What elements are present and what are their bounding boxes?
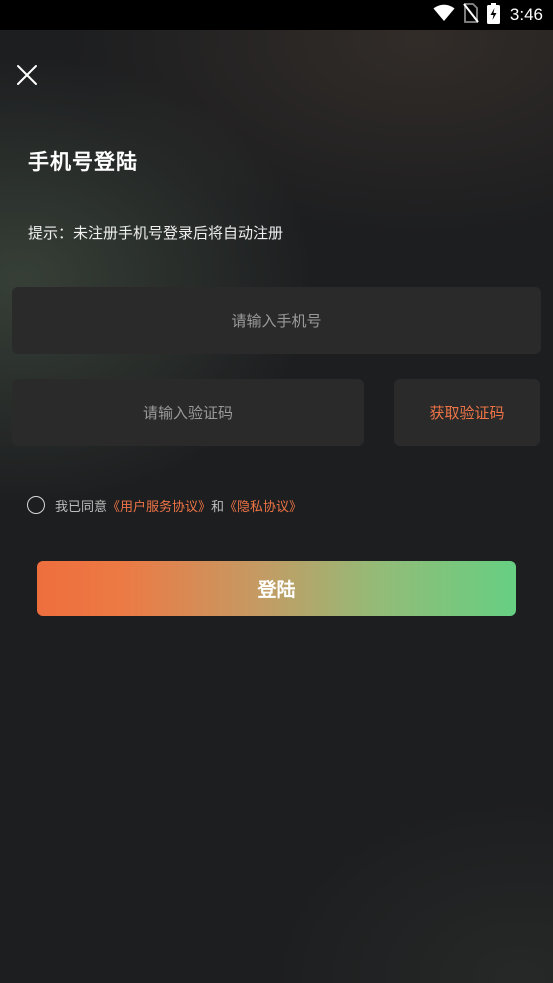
- phone-input-placeholder: 请输入手机号: [231, 312, 322, 330]
- agreement-radio[interactable]: [27, 496, 45, 514]
- login-button[interactable]: 登陆: [37, 561, 516, 616]
- page-title: 手机号登陆: [28, 150, 138, 174]
- status-icons: 3:46: [433, 2, 543, 28]
- status-bar: 3:46: [0, 0, 553, 30]
- registration-hint: 提示：未注册手机号登录后将自动注册: [28, 224, 284, 242]
- agreement-row: 我已同意 《用户服务协议》 和 《隐私协议》: [27, 495, 302, 515]
- status-time: 3:46: [509, 5, 543, 24]
- close-icon[interactable]: [14, 62, 40, 88]
- agreement-conjunction: 和: [211, 499, 225, 515]
- verification-code-input[interactable]: 请输入验证码: [12, 379, 364, 446]
- get-code-button[interactable]: 获取验证码: [394, 379, 540, 446]
- agreement-prefix: 我已同意: [55, 499, 108, 515]
- phone-input[interactable]: 请输入手机号: [12, 287, 541, 354]
- no-sim-icon: [463, 3, 479, 27]
- battery-charging-icon: [486, 2, 500, 28]
- privacy-policy-link[interactable]: 《隐私协议》: [224, 496, 302, 515]
- user-agreement-link[interactable]: 《用户服务协议》: [107, 496, 211, 515]
- wifi-icon: [433, 4, 455, 26]
- verification-code-placeholder: 请输入验证码: [142, 404, 233, 422]
